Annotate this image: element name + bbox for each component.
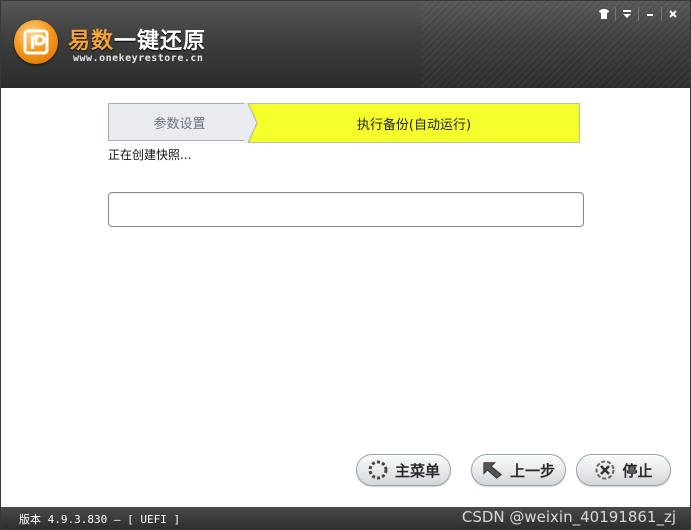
main-menu-icon (367, 459, 389, 481)
stop-label: 停止 (622, 461, 653, 480)
main-menu-button[interactable]: 主菜单 (356, 454, 451, 486)
menu-icon[interactable] (616, 5, 638, 23)
watermark-text: CSDN @weixin_40191861_zj (461, 508, 676, 526)
back-button[interactable]: 上一步 (471, 454, 566, 486)
main-menu-label: 主菜单 (394, 461, 440, 480)
brand-url: www.onekeyrestore.cn (73, 53, 204, 64)
logo-glyph (23, 29, 49, 55)
step-indicator: 参数设置 执行备份(自动运行) (108, 103, 580, 143)
progress-bar (108, 192, 584, 227)
title-header[interactable]: 易数一键还原 www.onekeyrestore.cn (1, 1, 690, 88)
minimize-icon[interactable] (639, 5, 661, 23)
window-controls (593, 5, 684, 23)
version-text: 版本 4.9.3.830 — [ UEFI ] (19, 513, 181, 526)
back-label: 上一步 (509, 461, 555, 480)
status-message: 正在创建快照... (108, 148, 192, 162)
close-icon[interactable] (662, 5, 684, 23)
back-arrow-icon (482, 459, 504, 481)
status-bar: 版本 4.9.3.830 — [ UEFI ] CSDN @weixin_401… (1, 507, 690, 529)
brand-title-white: 一键还原 (114, 29, 207, 54)
step-arrow-icon (244, 103, 258, 143)
app-window: 易数一键还原 www.onekeyrestore.cn 参数设置 执行备份(自动… (0, 0, 691, 530)
skin-icon[interactable] (593, 5, 615, 23)
brand-title-orange: 易数 (68, 29, 115, 54)
brand-title: 易数一键还原 (68, 23, 206, 55)
app-logo (14, 20, 58, 64)
step-execute-backup: 执行备份(自动运行) (248, 103, 580, 143)
step-parameter-settings: 参数设置 (108, 103, 258, 141)
stop-button[interactable]: 停止 (576, 454, 671, 486)
stop-icon (594, 459, 616, 481)
